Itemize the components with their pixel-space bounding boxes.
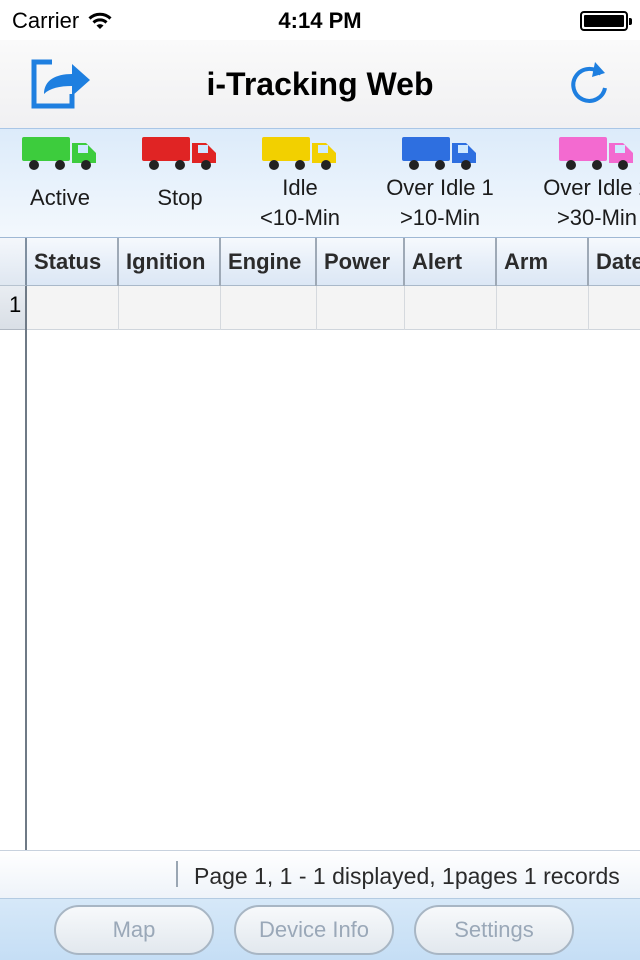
- legend-item-active: Active: [0, 129, 120, 213]
- table-row[interactable]: [27, 286, 640, 330]
- cell-date[interactable]: [589, 286, 640, 330]
- battery-icon: [580, 11, 632, 31]
- column-header-arm[interactable]: Arm: [497, 238, 589, 286]
- pager: Page 1, 1 - 1 displayed, 1pages 1 record…: [0, 850, 640, 898]
- cell-ignition[interactable]: [119, 286, 221, 330]
- column-header-date[interactable]: Date: [589, 238, 640, 286]
- pager-info: Page 1, 1 - 1 displayed, 1pages 1 record…: [194, 863, 620, 889]
- legend-item-over-idle-1: Over Idle 1 >10-Min: [368, 129, 512, 233]
- navigation-bar: i-Tracking Web: [0, 40, 640, 128]
- legend-label: Over Idle 1: [386, 175, 494, 200]
- truck-icon: [262, 137, 336, 170]
- row-number: 1: [0, 286, 25, 330]
- grid-corner: [0, 238, 27, 286]
- grid-header: Status Ignition Engine Power Alert Arm D…: [27, 238, 640, 286]
- truck-icon: [142, 137, 216, 170]
- row-number-column: 1: [0, 286, 27, 850]
- legend-item-over-idle-2: Over Idle 2 >30-Min: [522, 129, 640, 233]
- truck-icon: [22, 137, 96, 170]
- column-header-engine[interactable]: Engine: [221, 238, 317, 286]
- legend-sublabel: <10-Min: [259, 205, 341, 230]
- settings-button[interactable]: Settings: [414, 905, 574, 955]
- column-header-ignition[interactable]: Ignition: [119, 238, 221, 286]
- legend-sublabel: >10-Min: [399, 205, 481, 230]
- column-header-power[interactable]: Power: [317, 238, 405, 286]
- cell-power[interactable]: [317, 286, 405, 330]
- page-title: i-Tracking Web: [206, 66, 434, 102]
- cell-status[interactable]: [27, 286, 119, 330]
- cell-arm[interactable]: [497, 286, 589, 330]
- legend-label: Idle: [282, 175, 318, 200]
- cell-engine[interactable]: [221, 286, 317, 330]
- map-button[interactable]: Map: [54, 905, 214, 955]
- truck-icon: [559, 137, 633, 170]
- legend-sublabel: >30-Min: [556, 205, 638, 230]
- legend-item-idle: Idle <10-Min: [240, 129, 360, 233]
- status-bar: Carrier 4:14 PM: [0, 0, 640, 40]
- column-header-alert[interactable]: Alert: [405, 238, 497, 286]
- bottom-toolbar: Map Device Info Settings: [0, 898, 640, 960]
- clock: 4:14 PM: [278, 8, 362, 33]
- status-legend: Active Stop Idle <10-Min Over Idle 1 >10…: [0, 128, 640, 238]
- device-grid: Status Ignition Engine Power Alert Arm D…: [0, 238, 640, 850]
- column-header-status[interactable]: Status: [27, 238, 119, 286]
- device-info-button[interactable]: Device Info: [234, 905, 394, 955]
- refresh-icon: [571, 62, 607, 103]
- legend-item-stop: Stop: [120, 129, 240, 213]
- legend-label: Stop: [157, 185, 203, 210]
- legend-label: Over Idle 2: [543, 175, 640, 200]
- cell-alert[interactable]: [405, 286, 497, 330]
- refresh-button[interactable]: [558, 56, 620, 112]
- legend-label: Active: [30, 185, 90, 210]
- pager-divider: [176, 861, 178, 887]
- truck-icon: [402, 137, 476, 170]
